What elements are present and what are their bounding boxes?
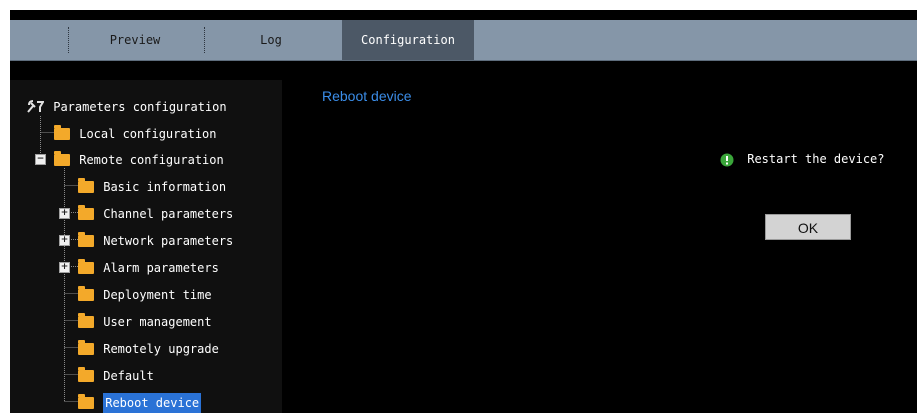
folder-icon (78, 312, 94, 328)
config-tree: Parameters configuration Local configura… (10, 80, 282, 413)
tree-root-label: Parameters configuration (53, 99, 227, 114)
tree-item-label: Basic information (103, 179, 227, 194)
tree-root[interactable]: Parameters configuration (26, 96, 227, 116)
tree-item-label: Network parameters (103, 233, 234, 248)
tree-item-remote-configuration[interactable]: Remote configuration (54, 149, 224, 169)
tree-item-user-management[interactable]: User management (78, 311, 212, 331)
config-sidebar: Parameters configuration Local configura… (10, 80, 282, 413)
folder-icon (54, 150, 70, 166)
folder-icon (78, 339, 94, 355)
tools-icon (27, 99, 44, 113)
tab-log[interactable]: Log (206, 20, 336, 60)
tree-item-label: User management (103, 314, 212, 329)
tree-item-label: Channel parameters (103, 206, 234, 221)
main-content: Reboot device Restart the device? OK (292, 80, 917, 413)
prompt-text: Restart the device? (747, 152, 885, 166)
tree-item-channel-parameters[interactable]: Channel parameters (78, 203, 233, 223)
page-title: Reboot device (322, 88, 412, 104)
expand-icon[interactable]: + (59, 208, 70, 219)
tree-item-local-configuration[interactable]: Local configuration (54, 123, 217, 143)
folder-icon (78, 177, 94, 193)
tree-item-label: Default (103, 368, 154, 383)
tree-item-label: Reboot device (103, 392, 202, 413)
collapse-icon[interactable]: − (35, 154, 46, 165)
tree-item-label: Alarm parameters (103, 260, 219, 275)
info-icon (720, 153, 734, 166)
folder-icon (78, 393, 94, 409)
folder-icon (78, 204, 94, 220)
tree-item-label: Remotely upgrade (103, 341, 219, 356)
folder-icon (78, 366, 94, 382)
folder-icon (78, 285, 94, 301)
top-navigation-bar: Preview Log Configuration (10, 20, 917, 61)
tree-item-default[interactable]: Default (78, 365, 154, 385)
folder-icon (54, 124, 70, 140)
tree-item-label: Deployment time (103, 287, 212, 302)
tab-separator (68, 27, 69, 53)
tree-item-alarm-parameters[interactable]: Alarm parameters (78, 257, 219, 277)
tab-configuration[interactable]: Configuration (342, 20, 474, 60)
folder-icon (78, 231, 94, 247)
tab-preview[interactable]: Preview (70, 20, 200, 60)
expand-icon[interactable]: + (59, 235, 70, 246)
app-window: Preview Log Configuration Parameters con… (10, 10, 917, 413)
tree-item-label: Local configuration (79, 126, 217, 141)
ok-button[interactable]: OK (765, 214, 851, 240)
tree-item-deployment-time[interactable]: Deployment time (78, 284, 212, 304)
expand-icon[interactable]: + (59, 262, 70, 273)
tree-item-remotely-upgrade[interactable]: Remotely upgrade (78, 338, 219, 358)
tree-item-basic-information[interactable]: Basic information (78, 176, 226, 196)
tab-separator (204, 27, 205, 53)
tree-item-network-parameters[interactable]: Network parameters (78, 230, 233, 250)
restart-prompt: Restart the device? (720, 152, 885, 167)
tree-item-label: Remote configuration (79, 152, 224, 167)
tree-item-reboot-device[interactable]: Reboot device (78, 392, 202, 413)
folder-icon (78, 258, 94, 274)
